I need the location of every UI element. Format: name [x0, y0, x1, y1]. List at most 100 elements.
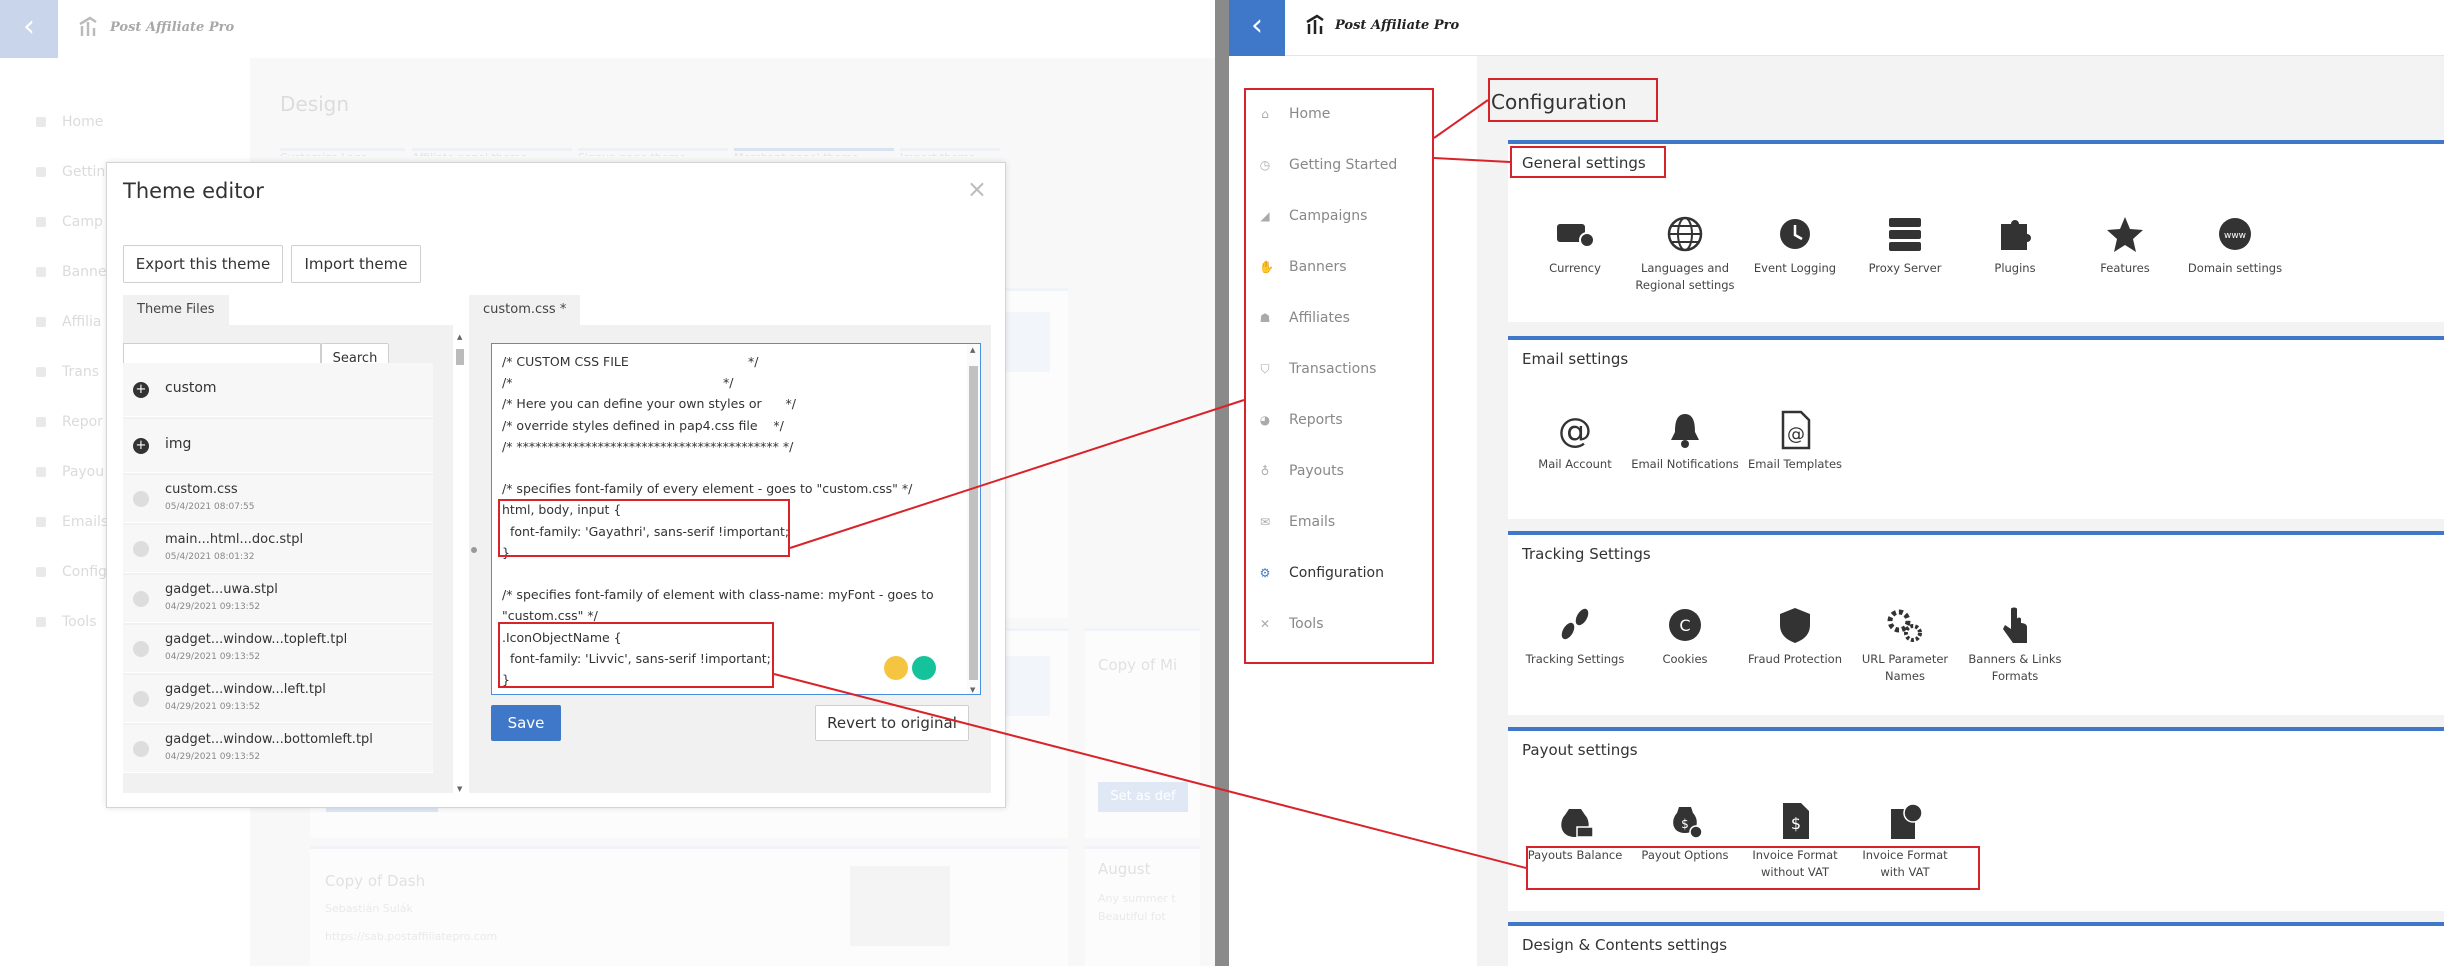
- file-radio[interactable]: [133, 491, 149, 507]
- code-line: /* specifies font-family of element with…: [502, 587, 934, 603]
- annotation-box-font-rule: [498, 499, 790, 557]
- code-line: /* CUSTOM CSS FILE */: [502, 354, 759, 369]
- file-item[interactable]: gadget...window...topleft.tpl 04/29/2021 …: [123, 625, 433, 673]
- file-name: gadget...window...bottomleft.tpl: [165, 732, 373, 747]
- file-date: 04/29/2021 09:13:52: [165, 602, 261, 612]
- config-item-fraud-protection[interactable]: Fraud Protection: [1740, 605, 1850, 668]
- gears-icon: [1850, 605, 1960, 645]
- config-item-label: Tracking Settings: [1525, 652, 1625, 666]
- file-name: main...html...doc.stpl: [165, 532, 304, 547]
- import-theme-button[interactable]: Import theme: [291, 245, 421, 283]
- svg-text:$: $: [1791, 814, 1801, 833]
- config-item-label: Features: [2100, 261, 2150, 275]
- server-icon: [1850, 214, 1960, 254]
- export-theme-button[interactable]: Export this theme: [123, 245, 283, 283]
- folder-name: img: [165, 436, 192, 452]
- logo-icon: [79, 16, 97, 36]
- file-item[interactable]: gadget...window...bottomleft.tpl 04/29/20…: [123, 725, 433, 773]
- code-scrollbar[interactable]: ▲ ▼: [967, 344, 980, 694]
- chevron-left-icon: ‹: [23, 9, 35, 44]
- config-item-label: Fraud Protection: [1748, 652, 1842, 666]
- file-name: gadget...window...topleft.tpl: [165, 632, 348, 647]
- section-title: Tracking Settings: [1522, 545, 1651, 563]
- code-line: /* Here you can define your own styles o…: [502, 396, 796, 412]
- puzzle-icon: [1960, 214, 2070, 254]
- folder-item[interactable]: + custom: [123, 363, 433, 417]
- svg-text:@: @: [1558, 411, 1592, 450]
- annotation-box-sidebar: [1244, 88, 1434, 664]
- folder-name: custom: [165, 380, 217, 396]
- theme-editor-dialog: Theme editor × Export this theme Import …: [106, 162, 1006, 808]
- file-radio[interactable]: [133, 691, 149, 707]
- config-item-tracking-settings[interactable]: Tracking Settings: [1520, 605, 1630, 668]
- file-radio[interactable]: [133, 591, 149, 607]
- file-item[interactable]: gadget...window...left.tpl 04/29/2021 09:…: [123, 675, 433, 723]
- cookie-icon: C: [1630, 605, 1740, 645]
- file-radio[interactable]: [133, 741, 149, 757]
- splitter-handle[interactable]: [471, 547, 477, 553]
- config-item-mail-account[interactable]: @ Mail Account: [1520, 410, 1630, 473]
- config-item-label: Cookies: [1662, 652, 1708, 666]
- code-line: /* *************************************…: [502, 438, 794, 454]
- code-line: /* specifies font-family of every elemen…: [502, 481, 913, 497]
- config-item-features[interactable]: Features: [2070, 214, 2180, 277]
- config-item-label: Proxy Server: [1868, 261, 1942, 275]
- file-item[interactable]: main...html...doc.stpl 05/4/2021 08:01:32: [123, 525, 433, 573]
- config-item-label: Event Logging: [1753, 261, 1837, 275]
- file-item[interactable]: gadget...uwa.stpl 04/29/2021 09:13:52: [123, 575, 433, 623]
- file-item[interactable]: custom.css 05/4/2021 08:07:55: [123, 475, 433, 523]
- config-item-proxy-server[interactable]: Proxy Server: [1850, 214, 1960, 277]
- file-date: 05/4/2021 08:07:55: [165, 502, 255, 512]
- config-item-currency[interactable]: Currency: [1520, 214, 1630, 277]
- tab-custom-css[interactable]: custom.css *: [469, 295, 581, 325]
- tab-theme-files[interactable]: Theme Files: [123, 295, 229, 325]
- file-radio[interactable]: [133, 541, 149, 557]
- section-title: Email settings: [1522, 350, 1629, 368]
- config-item-url-parameter-names[interactable]: URL Parameter Names: [1850, 605, 1960, 685]
- currency-icon: [1520, 214, 1630, 254]
- settings-section: Email settings @ Mail Account Email Notific…: [1508, 336, 2444, 519]
- right-top-bar: ‹ Post Affiliate Pro: [1229, 0, 2444, 56]
- money-bag-gear-icon: $: [1630, 801, 1740, 841]
- file-name: custom.css: [165, 482, 238, 497]
- right-back-button[interactable]: ‹: [1229, 0, 1285, 56]
- config-item-label: URL Parameter Names: [1861, 652, 1949, 683]
- file-list-scrollbar[interactable]: ▲ ▼: [454, 333, 466, 793]
- config-item-label: Banners & Links Formats: [1968, 652, 2062, 683]
- close-icon[interactable]: ×: [967, 175, 987, 203]
- screenshot-divider: [1215, 0, 1229, 966]
- shield-icon: [1740, 605, 1850, 645]
- config-item-banners-links-formats[interactable]: Banners & Links Formats: [1960, 605, 2070, 685]
- config-item-event-logging[interactable]: Event Logging: [1740, 214, 1850, 277]
- file-radio[interactable]: [133, 641, 149, 657]
- config-item-label: Languages and Regional settings: [1635, 261, 1735, 292]
- www-globe-icon: www: [2180, 214, 2290, 254]
- balance-icon: [1520, 801, 1630, 841]
- config-item-languages-and-regional-settings[interactable]: Languages and Regional settings: [1630, 214, 1740, 294]
- grammarly-icon[interactable]: [912, 656, 936, 680]
- config-item-label: Mail Account: [1538, 457, 1612, 471]
- file-date: 05/4/2021 08:01:32: [165, 552, 255, 562]
- config-item-domain-settings[interactable]: www Domain settings: [2180, 214, 2290, 277]
- config-item-cookies[interactable]: C Cookies: [1630, 605, 1740, 668]
- config-item-plugins[interactable]: Plugins: [1960, 214, 2070, 277]
- config-item-email-templates[interactable]: @ Email Templates: [1740, 410, 1850, 473]
- plus-icon: +: [133, 438, 149, 454]
- config-item-label: Domain settings: [2187, 261, 2283, 275]
- emoji-icon[interactable]: [884, 656, 908, 680]
- settings-section: Design & Contents settings: [1508, 922, 2444, 966]
- file-name: gadget...window...left.tpl: [165, 682, 326, 697]
- revert-to-original-button[interactable]: Revert to original: [815, 705, 969, 741]
- config-item-label: Currency: [1549, 261, 1601, 275]
- save-button[interactable]: Save: [491, 705, 561, 741]
- left-back-button[interactable]: ‹: [0, 0, 58, 58]
- config-item-email-notifications[interactable]: Email Notifications: [1630, 410, 1740, 473]
- left-screenshot: ‹ Post Affiliate Pro Home Gettin Camp Banne…: [0, 0, 1215, 966]
- annotation-box-general-settings: [1510, 146, 1666, 178]
- folder-item[interactable]: + img: [123, 419, 433, 473]
- settings-section: Tracking Settings Tracking Settings C Cooki…: [1508, 531, 2444, 715]
- code-line: /* */: [502, 375, 734, 391]
- invoice-globe-icon: [1850, 801, 1960, 841]
- file-name: gadget...uwa.stpl: [165, 582, 278, 597]
- invoice-dollar-icon: $: [1740, 801, 1850, 841]
